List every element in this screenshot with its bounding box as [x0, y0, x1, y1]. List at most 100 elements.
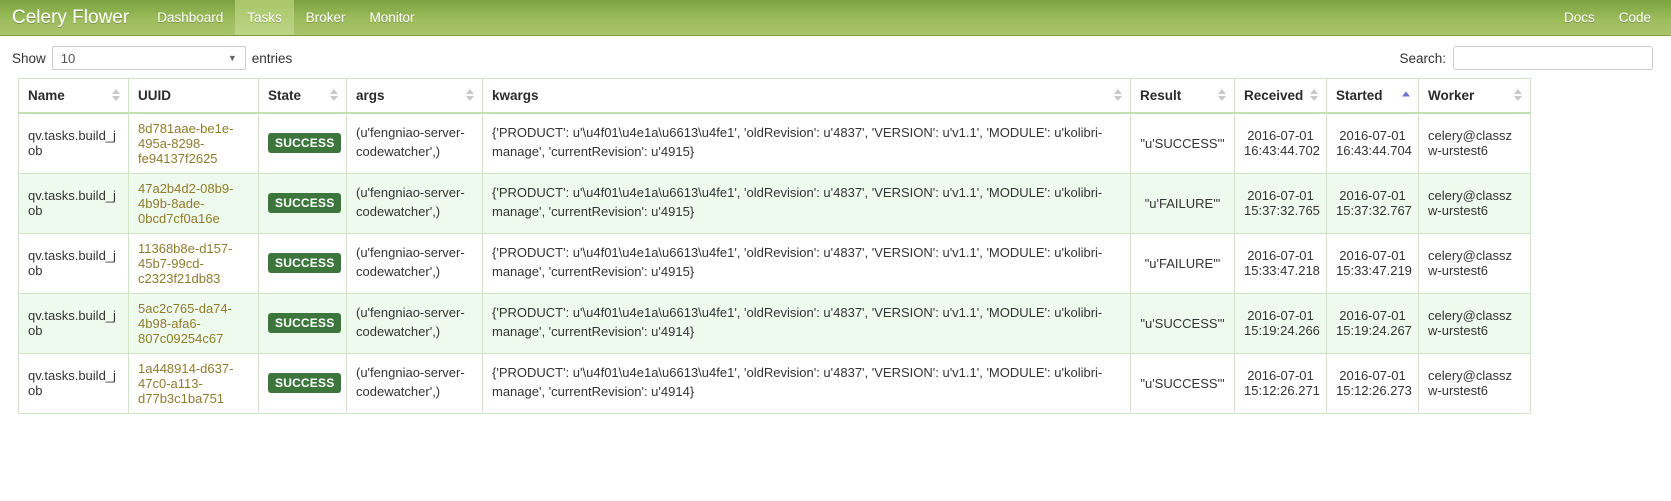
started-time: 15:33:47.219: [1336, 263, 1412, 278]
received-date: 2016-07-01: [1247, 128, 1314, 143]
nav-link-tasks[interactable]: Tasks: [235, 0, 294, 35]
cell-result: "u'FAILURE'": [1130, 232, 1235, 294]
cell-started: 2016-07-01 15:12:26.273: [1326, 352, 1419, 414]
tasks-table-wrapper: Name UUID State args kwargs Result Received Sta…: [0, 78, 1671, 414]
nav-links: Dashboard Tasks Broker Monitor: [145, 0, 426, 35]
cell-worker: celery@classzw-urstest6: [1418, 112, 1531, 174]
cell-started: 2016-07-01 15:37:32.767: [1326, 172, 1419, 234]
task-uuid-link[interactable]: 11368b8e-d157-45b7-99cd-c2323f21db83: [138, 241, 232, 286]
column-header-label: Started: [1336, 87, 1383, 103]
task-uuid-link[interactable]: 47a2b4d2-08b9-4b9b-8ade-0bcd7cf0a16e: [138, 181, 233, 226]
cell-result: "u'SUCCESS'": [1130, 112, 1235, 174]
cell-kwargs: {'PRODUCT': u'\u4f01\u4e1a\u6613\u4fe1',…: [482, 172, 1131, 234]
cell-started: 2016-07-01 15:19:24.267: [1326, 292, 1419, 354]
received-date: 2016-07-01: [1247, 308, 1314, 323]
started-time: 16:43:44.704: [1336, 143, 1412, 158]
cell-kwargs: {'PRODUCT': u'\u4f01\u4e1a\u6613\u4fe1',…: [482, 352, 1131, 414]
column-header-state[interactable]: State: [258, 78, 347, 114]
received-date: 2016-07-01: [1247, 368, 1314, 383]
page-length-select[interactable]: 10 ▼: [51, 46, 246, 70]
sort-toggle-icon[interactable]: [1310, 89, 1318, 102]
cell-worker: celery@classzw-urstest6: [1418, 172, 1531, 234]
table-row[interactable]: qv.tasks.build_job 47a2b4d2-08b9-4b9b-8ad…: [18, 172, 1531, 234]
table-row[interactable]: qv.tasks.build_job 5ac2c765-da74-4b98-afa…: [18, 292, 1531, 354]
cell-received: 2016-07-01 15:19:24.266: [1234, 292, 1327, 354]
cell-uuid: 47a2b4d2-08b9-4b9b-8ade-0bcd7cf0a16e: [128, 172, 259, 234]
cell-kwargs: {'PRODUCT': u'\u4f01\u4e1a\u6613\u4fe1',…: [482, 112, 1131, 174]
search-control: Search:: [1399, 46, 1653, 70]
sort-ascending-icon[interactable]: [1402, 91, 1410, 99]
page-length-value: 10: [60, 50, 76, 66]
cell-uuid: 8d781aae-be1e-495a-8298-fe94137f2625: [128, 112, 259, 174]
started-time: 15:37:32.767: [1336, 203, 1412, 218]
brand-title[interactable]: Celery Flower: [0, 0, 145, 35]
table-controls: Show 10 ▼ entries Search:: [0, 36, 1671, 78]
started-date: 2016-07-01: [1339, 368, 1406, 383]
cell-args: (u'fengniao-server-codewatcher',): [346, 352, 483, 414]
cell-uuid: 11368b8e-d157-45b7-99cd-c2323f21db83: [128, 232, 259, 294]
cell-worker: celery@classzw-urstest6: [1418, 232, 1531, 294]
cell-args: (u'fengniao-server-codewatcher',): [346, 112, 483, 174]
received-time: 15:19:24.266: [1244, 323, 1320, 338]
status-badge: SUCCESS: [268, 373, 342, 393]
sort-toggle-icon[interactable]: [1114, 89, 1122, 102]
started-date: 2016-07-01: [1339, 188, 1406, 203]
started-date: 2016-07-01: [1339, 128, 1406, 143]
cell-started: 2016-07-01 16:43:44.704: [1326, 112, 1419, 174]
status-badge: SUCCESS: [268, 313, 342, 333]
column-header-result[interactable]: Result: [1130, 78, 1235, 114]
table-row[interactable]: qv.tasks.build_job 1a448914-d637-47c0-a11…: [18, 352, 1531, 414]
tasks-table: Name UUID State args kwargs Result Received Sta…: [18, 78, 1531, 414]
page-length-control: Show 10 ▼ entries: [12, 46, 292, 70]
column-header-started[interactable]: Started: [1326, 78, 1419, 114]
cell-received: 2016-07-01 15:33:47.218: [1234, 232, 1327, 294]
column-header-label: args: [356, 87, 385, 103]
nav-link-docs[interactable]: Docs: [1552, 0, 1607, 36]
cell-received: 2016-07-01 15:37:32.765: [1234, 172, 1327, 234]
received-date: 2016-07-01: [1247, 188, 1314, 203]
cell-kwargs: {'PRODUCT': u'\u4f01\u4e1a\u6613\u4fe1',…: [482, 232, 1131, 294]
cell-name: qv.tasks.build_job: [18, 112, 129, 174]
cell-name: qv.tasks.build_job: [18, 292, 129, 354]
cell-worker: celery@classzw-urstest6: [1418, 352, 1531, 414]
status-badge: SUCCESS: [268, 133, 342, 153]
column-header-args[interactable]: args: [346, 78, 483, 114]
column-header-label: Worker: [1428, 87, 1475, 103]
received-time: 15:37:32.765: [1244, 203, 1320, 218]
table-row[interactable]: qv.tasks.build_job 8d781aae-be1e-495a-829…: [18, 112, 1531, 174]
nav-right-links: Docs Code: [1552, 0, 1663, 36]
cell-result: "u'SUCCESS'": [1130, 352, 1235, 414]
received-date: 2016-07-01: [1247, 248, 1314, 263]
started-date: 2016-07-01: [1339, 308, 1406, 323]
sort-toggle-icon[interactable]: [330, 89, 338, 102]
tasks-table-head: Name UUID State args kwargs Result Received Sta…: [18, 78, 1531, 114]
search-input[interactable]: [1453, 46, 1653, 70]
task-uuid-link[interactable]: 8d781aae-be1e-495a-8298-fe94137f2625: [138, 121, 233, 166]
sort-toggle-icon[interactable]: [112, 89, 120, 102]
sort-toggle-icon[interactable]: [1514, 89, 1522, 102]
cell-state: SUCCESS: [258, 292, 347, 354]
cell-name: qv.tasks.build_job: [18, 232, 129, 294]
nav-link-monitor[interactable]: Monitor: [358, 0, 427, 35]
table-row[interactable]: qv.tasks.build_job 11368b8e-d157-45b7-99c…: [18, 232, 1531, 294]
column-header-received[interactable]: Received: [1234, 78, 1327, 114]
column-header-kwargs[interactable]: kwargs: [482, 78, 1131, 114]
column-header-uuid[interactable]: UUID: [128, 78, 259, 114]
tasks-table-body: qv.tasks.build_job 8d781aae-be1e-495a-829…: [18, 112, 1531, 414]
show-label: Show: [12, 50, 46, 66]
cell-state: SUCCESS: [258, 112, 347, 174]
received-time: 15:12:26.271: [1244, 383, 1320, 398]
task-uuid-link[interactable]: 1a448914-d637-47c0-a113-d77b3c1ba751: [138, 361, 233, 406]
nav-link-code[interactable]: Code: [1607, 0, 1663, 36]
sort-toggle-icon[interactable]: [466, 89, 474, 102]
cell-uuid: 1a448914-d637-47c0-a113-d77b3c1ba751: [128, 352, 259, 414]
task-uuid-link[interactable]: 5ac2c765-da74-4b98-afa6-807c09254c67: [138, 301, 232, 346]
cell-state: SUCCESS: [258, 232, 347, 294]
column-header-name[interactable]: Name: [18, 78, 129, 114]
nav-link-broker[interactable]: Broker: [294, 0, 358, 35]
sort-toggle-icon[interactable]: [1218, 89, 1226, 102]
status-badge: SUCCESS: [268, 253, 342, 273]
column-header-worker[interactable]: Worker: [1418, 78, 1531, 114]
nav-link-dashboard[interactable]: Dashboard: [145, 0, 235, 35]
column-header-label: kwargs: [492, 87, 539, 103]
